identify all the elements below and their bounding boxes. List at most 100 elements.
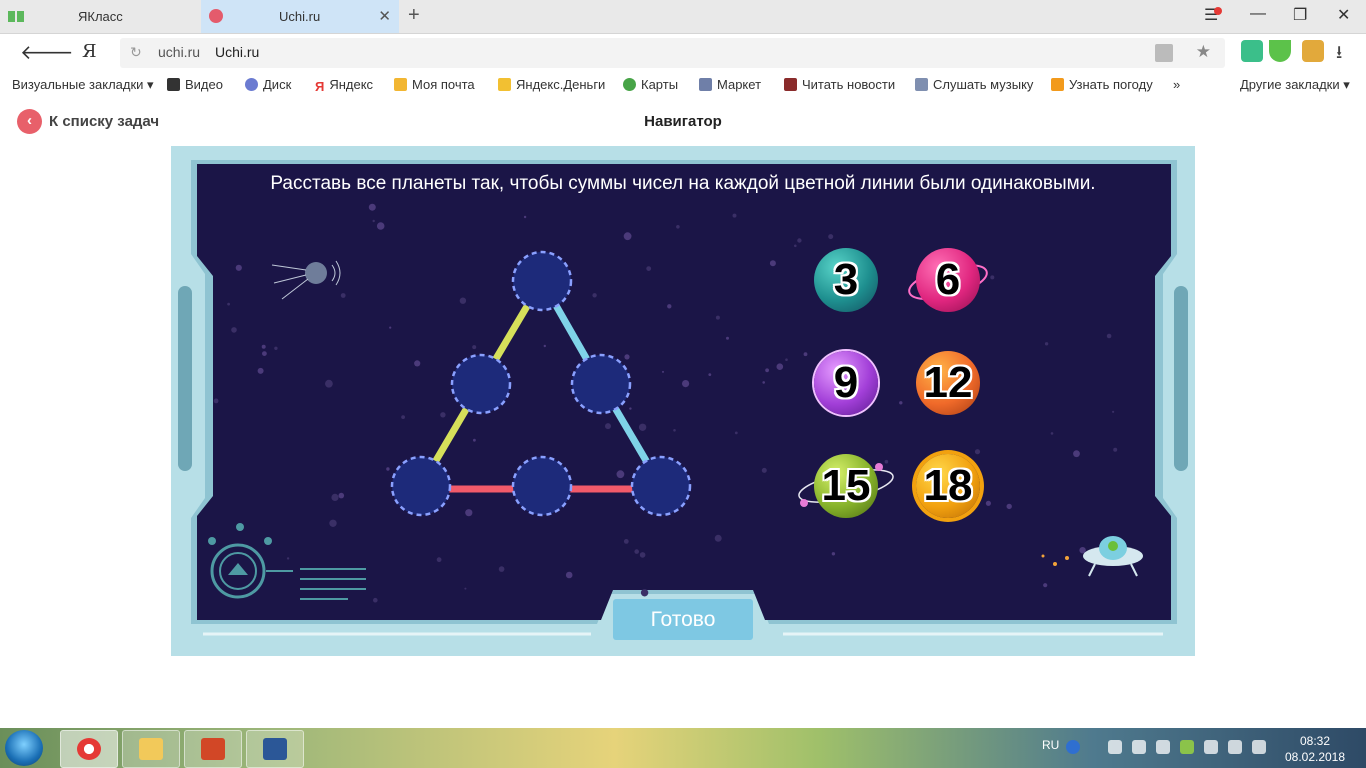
tab-bar: ЯКласс Uchi.ru ✕ + ☰ — ❐ ✕ — [0, 0, 1366, 34]
reload-icon[interactable]: ↻ — [130, 44, 142, 61]
clock-time[interactable]: 08:32 — [1290, 734, 1340, 748]
notification-dot — [1214, 7, 1222, 15]
bookmarks-bar: Визуальные закладки ▾ Видео Диск Я Яндекс… — [0, 73, 1366, 97]
planet-15[interactable]: 15 — [814, 454, 878, 518]
taskbar-yandex-browser[interactable] — [60, 730, 118, 768]
bookmark-disk[interactable]: Диск — [245, 77, 291, 92]
bookmark-label: Диск — [263, 77, 292, 92]
star — [785, 358, 788, 361]
star — [624, 354, 630, 360]
bookmark-market[interactable]: Маркет — [699, 77, 761, 92]
star — [440, 412, 446, 418]
bookmark-yandex[interactable]: Я Яндекс — [315, 77, 373, 94]
tab-yaklass[interactable]: ЯКласс — [0, 0, 200, 33]
star — [646, 266, 652, 271]
star — [235, 264, 242, 271]
star — [762, 381, 765, 384]
star — [623, 539, 629, 544]
volume-icon[interactable] — [1156, 740, 1170, 754]
download-arrow-icon[interactable] — [1269, 40, 1291, 62]
restore-button[interactable]: ❐ — [1293, 5, 1307, 25]
star — [227, 302, 230, 306]
bookmark-music[interactable]: Слушать музыку — [915, 77, 1033, 92]
planet-number: 3 — [833, 255, 859, 304]
display-icon[interactable] — [1252, 740, 1266, 754]
bookmark-news[interactable]: Читать новости — [784, 77, 895, 92]
tray-icon[interactable] — [1132, 740, 1146, 754]
star — [472, 345, 477, 350]
network-icon[interactable] — [1204, 740, 1218, 754]
planet-12[interactable]: 12 — [916, 351, 980, 415]
star — [459, 297, 467, 304]
star — [1112, 410, 1115, 413]
planet-number: 18 — [923, 461, 973, 510]
other-bookmarks-button[interactable]: Другие закладки ▾ — [1240, 77, 1350, 93]
star — [231, 327, 237, 333]
bookmark-label: Слушать музыку — [933, 77, 1034, 92]
star-icon[interactable]: ★ — [1196, 42, 1211, 62]
mail-icon — [394, 78, 407, 91]
tab-uchi[interactable]: Uchi.ru ✕ — [201, 0, 399, 33]
uchi-icon — [209, 9, 223, 23]
start-button[interactable] — [5, 730, 43, 766]
star — [338, 492, 345, 499]
close-tab-icon[interactable]: ✕ — [378, 0, 391, 33]
bookmarks-overflow-button[interactable]: » — [1173, 77, 1180, 92]
star — [1050, 432, 1054, 435]
taskbar-word[interactable] — [246, 730, 304, 768]
planet-slot[interactable] — [630, 455, 692, 517]
address-bar[interactable]: ↻ uchi.ru Uchi.ru ★ — [120, 38, 1225, 68]
downloads-icon[interactable]: ⭳ — [1336, 40, 1342, 70]
planet-slot[interactable] — [390, 455, 452, 517]
minimize-button[interactable]: — — [1250, 5, 1266, 23]
star — [803, 352, 808, 357]
url-domain: uchi.ru — [158, 44, 201, 60]
close-window-button[interactable]: ✕ — [1337, 5, 1350, 25]
help-icon[interactable] — [1066, 740, 1080, 754]
star — [732, 213, 737, 218]
planet-slot[interactable] — [570, 353, 632, 415]
printer-icon[interactable] — [1228, 740, 1242, 754]
weather-icon — [1051, 78, 1064, 91]
star — [761, 467, 767, 473]
planet-slot[interactable] — [511, 455, 573, 517]
star — [331, 493, 339, 501]
antivirus-icon[interactable] — [1180, 740, 1194, 754]
taskbar-explorer[interactable] — [122, 730, 180, 768]
bookmark-money[interactable]: Яндекс.Деньги — [498, 77, 605, 92]
yandex-button[interactable]: Я — [82, 41, 97, 62]
planet-slot[interactable] — [450, 353, 512, 415]
done-button[interactable]: Готово — [613, 599, 753, 640]
star — [676, 225, 680, 229]
game-scene — [178, 160, 1188, 636]
planet-6[interactable]: 6 — [916, 248, 980, 312]
clock-date[interactable]: 08.02.2018 — [1284, 750, 1346, 764]
planet-3[interactable]: 3 — [814, 248, 878, 312]
bookmark-video[interactable]: Видео — [167, 77, 223, 92]
taskbar-powerpoint[interactable] — [184, 730, 242, 768]
star — [464, 587, 467, 590]
bookmark-weather[interactable]: Узнать погоду — [1051, 77, 1153, 92]
bookmark-maps[interactable]: Карты — [623, 77, 678, 92]
steam-icon[interactable] — [1108, 740, 1122, 754]
address-row: 🡐 Я ↻ uchi.ru Uchi.ru ★ — [0, 34, 1366, 72]
bookmark-label: Узнать погоду — [1069, 77, 1153, 92]
planet-9[interactable]: 9 — [814, 351, 878, 415]
star — [831, 552, 836, 556]
bookmark-visual[interactable]: Визуальные закладки ▾ — [12, 77, 154, 93]
star — [794, 244, 797, 248]
lock-icon[interactable] — [1155, 44, 1173, 62]
planet-18[interactable]: 18 — [916, 454, 980, 518]
new-tab-button[interactable]: + — [408, 4, 420, 27]
planet-number: 6 — [935, 255, 961, 304]
extension-icon[interactable] — [1241, 40, 1263, 62]
bookmark-label: Маркет — [717, 77, 762, 92]
bookmark-mail[interactable]: Моя почта — [394, 77, 475, 92]
planet-slot[interactable] — [511, 250, 573, 312]
planet-number: 15 — [821, 461, 871, 510]
back-arrow-icon[interactable]: 🡐 — [20, 40, 74, 65]
language-indicator[interactable]: RU — [1042, 738, 1059, 752]
pdf-icon[interactable] — [1302, 40, 1324, 62]
tab-label: Uchi.ru — [279, 9, 321, 24]
planet-number: 12 — [923, 358, 973, 407]
